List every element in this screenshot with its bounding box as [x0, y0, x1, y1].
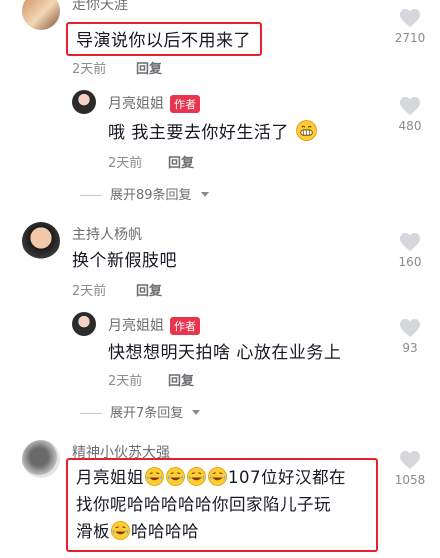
heart-icon [400, 450, 420, 470]
comment-text-content: 哦 我主要去你好生活了 [108, 123, 289, 143]
avatar[interactable] [22, 222, 60, 260]
like-button[interactable]: 1058 [388, 450, 432, 487]
grinning-emoji [295, 120, 317, 141]
comment-text: 哦 我主要去你好生活了 [108, 118, 318, 143]
chevron-down-icon [192, 410, 201, 415]
like-count: 160 [398, 255, 422, 269]
laughing-tears-emoji [166, 467, 185, 486]
text-segment: 滑板 [76, 522, 110, 541]
text-segment: 107位好汉都在 [228, 468, 346, 487]
comment-username[interactable]: 主持人杨帆 [72, 224, 142, 244]
laughing-tears-emoji [208, 467, 227, 486]
comment-line-2: 找你呢哈哈哈哈哈你回家陷儿子玩 [76, 495, 331, 514]
comment-text: 月亮姐姐 107位好汉都在 找你呢哈哈哈哈哈你回家陷儿子玩 滑板 哈哈哈哈 [76, 464, 346, 545]
comment-time: 2天前 [72, 284, 107, 299]
like-count: 2710 [394, 31, 426, 45]
expand-replies-button[interactable]: 展开7条回复 [80, 402, 201, 421]
reply-button[interactable]: 回复 [168, 370, 194, 389]
expand-replies-button[interactable]: 展开89条回复 [80, 184, 210, 203]
expand-label: 展开89条回复 [110, 188, 192, 203]
laughing-tears-emoji [187, 467, 206, 486]
reply-button[interactable]: 回复 [136, 58, 162, 77]
like-button[interactable]: 160 [388, 232, 432, 269]
like-button[interactable]: 2710 [388, 8, 432, 45]
comment-text: 快想想明天拍啥 心放在业务上 [108, 343, 342, 363]
laughing-tears-emoji [145, 467, 164, 486]
laughing-tears-emoji [111, 521, 130, 540]
comment-line-1: 月亮姐姐 107位好汉都在 [76, 464, 346, 491]
heart-icon [400, 8, 420, 28]
like-count: 93 [402, 341, 418, 355]
like-count: 480 [398, 119, 422, 133]
divider-line [80, 195, 102, 196]
chevron-down-icon [200, 192, 209, 197]
comment-username[interactable]: 走你天涯 [72, 0, 128, 14]
heart-icon [400, 318, 420, 338]
avatar[interactable] [72, 312, 96, 336]
comment-line-3: 滑板 哈哈哈哈 [76, 518, 346, 545]
avatar[interactable] [22, 440, 60, 478]
avatar[interactable] [72, 90, 96, 114]
comment-time: 2天前 [72, 62, 107, 77]
username-label: 月亮姐姐 [108, 96, 164, 112]
comment-time: 2天前 [108, 374, 143, 389]
text-segment: 月亮姐姐 [76, 468, 144, 487]
like-button[interactable]: 480 [388, 96, 432, 133]
username-label: 月亮姐姐 [108, 318, 164, 334]
reply-button[interactable]: 回复 [136, 280, 162, 299]
text-segment: 哈哈哈哈 [131, 522, 199, 541]
author-badge: 作者 [170, 95, 200, 113]
comment-username[interactable]: 月亮姐姐 作者 [108, 93, 200, 113]
comment-text: 导演说你以后不用来了 [76, 31, 251, 51]
author-badge: 作者 [170, 317, 200, 335]
comment-username[interactable]: 月亮姐姐 作者 [108, 315, 200, 335]
expand-label: 展开7条回复 [110, 406, 184, 421]
divider-line [80, 413, 102, 414]
reply-button[interactable]: 回复 [168, 152, 194, 171]
heart-icon [400, 96, 420, 116]
like-count: 1058 [394, 473, 426, 487]
heart-icon [400, 232, 420, 252]
like-button[interactable]: 93 [388, 318, 432, 355]
comment-text: 换个新假肢吧 [72, 251, 177, 271]
comment-time: 2天前 [108, 156, 143, 171]
avatar[interactable] [22, 0, 60, 30]
